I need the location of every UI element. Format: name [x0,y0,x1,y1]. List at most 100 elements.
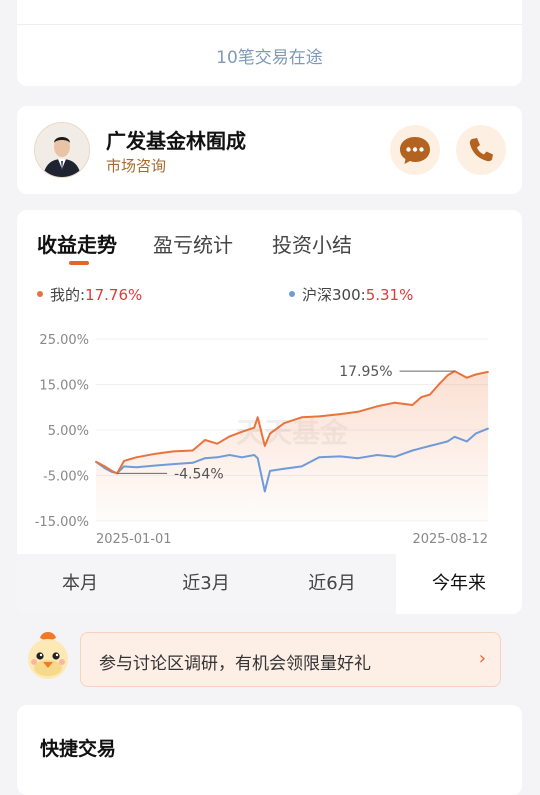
quick-trade-card: 快捷交易 [17,705,522,795]
y-tick-label: -15.00% [35,515,89,530]
data-point-index [241,456,243,459]
chat-button[interactable] [390,125,440,175]
data-point-mine [466,376,468,379]
legend-index: 沪深300:5.31% [289,284,413,305]
data-point-index [453,435,456,438]
y-tick-label: 25.00% [39,333,89,348]
returns-card: 收益走势 盈亏统计 投资小结 我的:17.76% 沪深300:5.31% 25.… [17,210,522,614]
legend-dot-mine [37,290,43,297]
data-point-mine [103,465,106,468]
legend-mine-value: 17.76% [85,286,143,304]
min-annotation-label: -4.54% [174,466,224,482]
pending-trades-card: 10笔交易在途 [17,0,522,86]
data-point-index [204,457,206,460]
data-point-mine [216,442,219,445]
data-point-mine [154,452,157,455]
range-1m[interactable]: 本月 [17,554,143,614]
data-point-mine [376,405,379,408]
x-tick-label-end: 2025-08-12 [412,532,488,547]
legend-mine-label: 我的: [50,286,86,304]
data-point-index [256,457,259,460]
survey-promo-banner[interactable]: 参与讨论区调研，有机会领限量好礼 › [80,632,501,687]
data-point-index [357,457,359,460]
data-point-index [437,442,440,445]
advisor-avatar [34,122,90,178]
data-point-mine [256,416,259,419]
y-tick-label: 15.00% [39,379,89,394]
data-point-index [283,467,285,470]
data-point-mine [263,445,266,447]
divider [17,24,522,25]
returns-chart[interactable]: 25.00%15.00%5.00%-5.00%-15.00%天天基金17.95%… [17,322,522,554]
data-point-index [339,455,342,458]
data-point-mine [123,460,125,462]
range-selector: 本月 近3月 近6月 今年来 [17,554,522,614]
data-point-mine [318,415,321,418]
data-point-index [446,440,449,443]
data-point-index [135,466,138,469]
data-point-index [318,456,321,459]
data-point-mine [283,422,285,425]
legend-mine: 我的:17.76% [37,284,142,305]
data-point-mine [135,456,138,459]
data-point-mine [228,435,231,438]
data-point-index [420,447,423,450]
data-point-mine [204,439,206,441]
data-point-mine [446,374,449,377]
data-point-index [376,454,379,456]
tab-investment-summary[interactable]: 投资小结 [272,229,352,258]
data-point-mine [110,470,113,472]
data-point-mine [172,450,175,453]
promo-text: 参与讨论区调研，有机会领限量好礼 [99,654,371,674]
data-point-mine [300,416,303,419]
call-button[interactable] [456,125,506,175]
pending-trades-link[interactable]: 10笔交易在途 [17,43,522,68]
data-point-index [216,456,219,459]
data-point-mine [241,430,243,433]
chevron-right-icon: › [478,648,486,669]
data-point-index [411,449,414,452]
data-point-mine [95,460,97,463]
data-point-index [172,463,175,465]
data-point-mine [487,371,489,373]
chick-mascot-icon [28,632,68,679]
data-point-mine [474,373,477,376]
data-point-mine [357,410,359,413]
quick-trade-title: 快捷交易 [40,738,117,760]
x-tick-label-start: 2025-01-01 [96,532,172,547]
advisor-name: 广发基金林囿成 [106,129,246,153]
data-point-mine [429,393,431,396]
advisor-role: 市场咨询 [106,157,167,175]
data-point-mine [393,401,396,404]
data-point-index [263,490,266,493]
data-point-mine [437,383,440,386]
active-tab-indicator [69,261,89,265]
data-point-index [228,454,231,456]
data-point-index [154,464,157,467]
data-point-index [269,470,271,472]
data-point-mine [411,404,414,406]
data-point-index [393,455,396,458]
y-tick-label: 5.00% [48,424,89,439]
max-annotation-label: 17.95% [339,364,392,380]
data-point-index [300,465,303,468]
tab-returns-trend[interactable]: 收益走势 [37,229,117,258]
phone-icon [469,138,493,162]
data-point-index [253,454,256,456]
tab-profit-loss[interactable]: 盈亏统计 [153,229,233,258]
range-ytd[interactable]: 今年来 [396,554,522,614]
y-tick-label: -5.00% [43,470,89,485]
data-point-mine [339,413,342,415]
legend-index-label: 沪深300: [302,286,366,304]
data-point-index [487,427,489,430]
legend-index-value: 5.31% [365,286,414,304]
data-point-index [466,440,468,443]
data-point-index [429,445,431,447]
data-point-index [123,465,125,468]
range-3m[interactable]: 近3月 [143,554,269,614]
advisor-card: 广发基金林囿成 市场咨询 [17,106,522,194]
data-point-mine [253,426,256,429]
chat-bubble-icon [400,137,430,164]
data-point-mine [191,449,194,452]
range-6m[interactable]: 近6月 [269,554,395,614]
